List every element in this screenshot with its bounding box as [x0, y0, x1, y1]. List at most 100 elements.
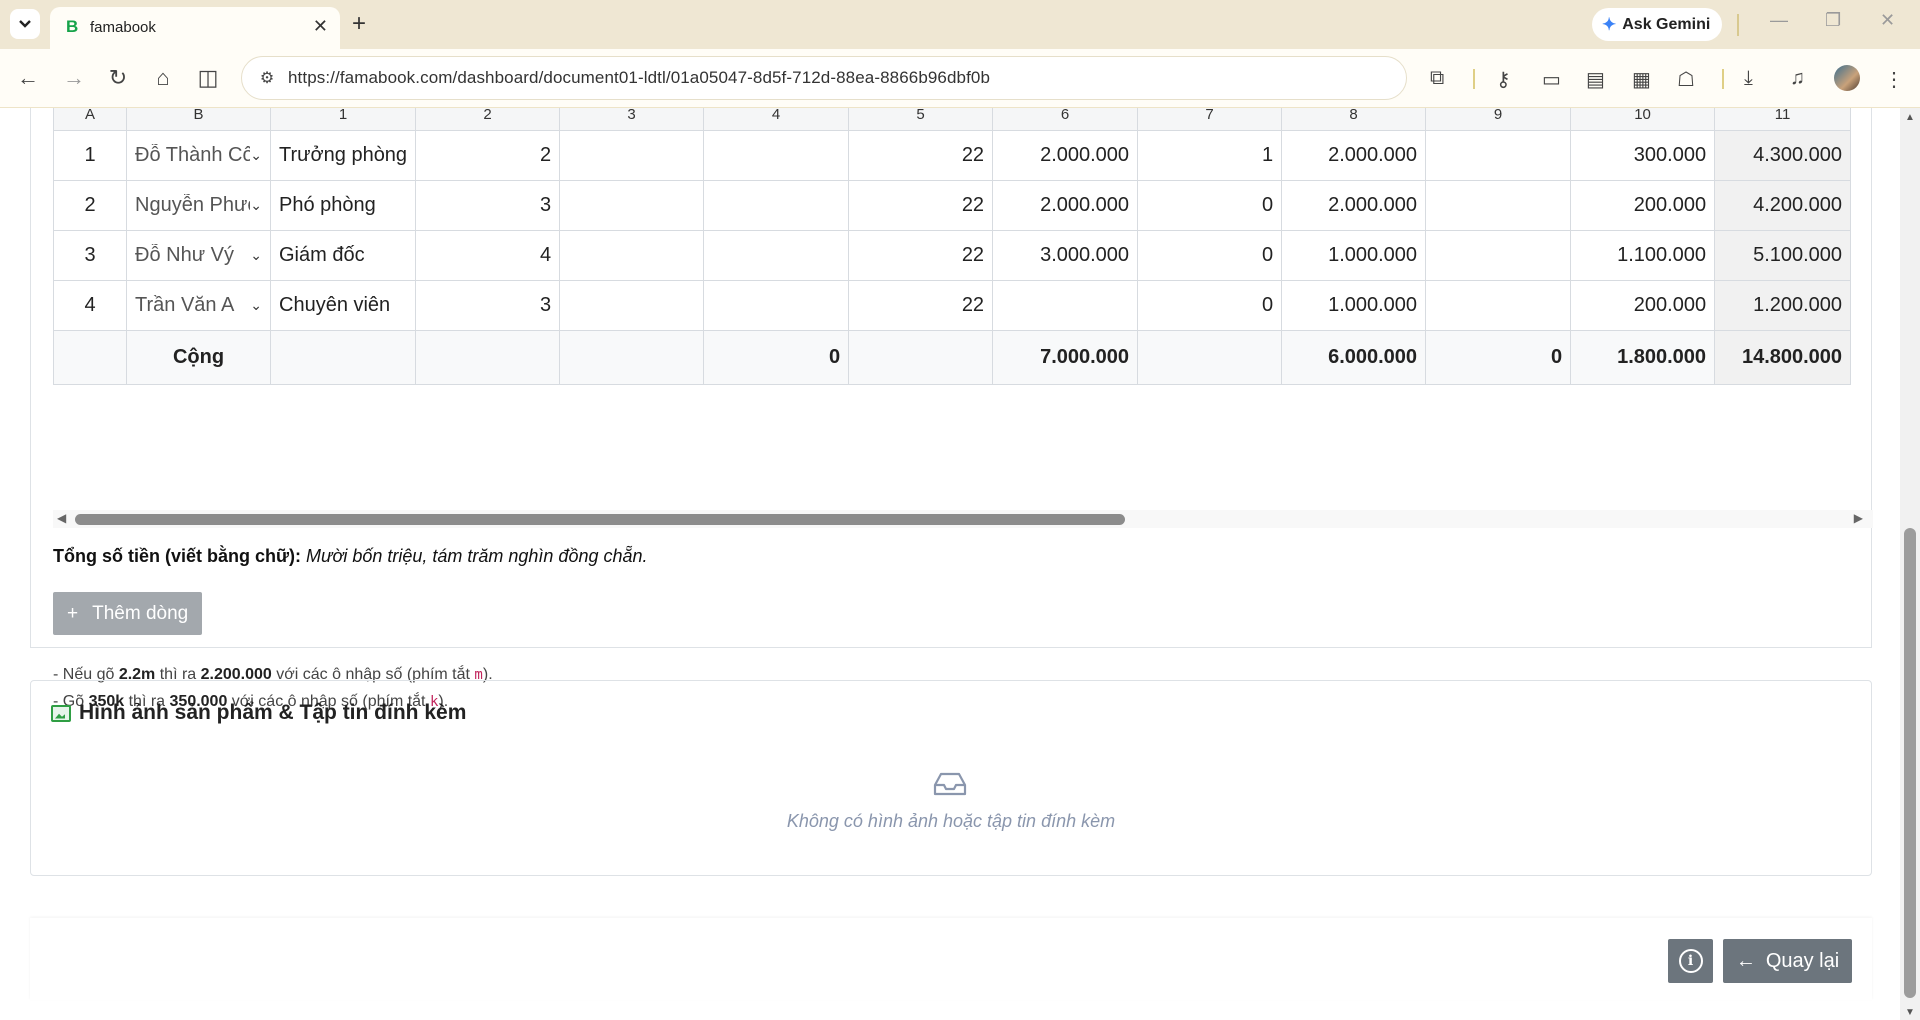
- number-cell[interactable]: [703, 280, 850, 331]
- position-cell[interactable]: Chuyên viên: [269, 280, 417, 331]
- number-cell[interactable]: 200.000: [1570, 180, 1716, 231]
- number-cell[interactable]: [703, 180, 850, 231]
- employee-select[interactable]: Trần Văn A ⌄: [126, 280, 271, 331]
- position-cell[interactable]: Trưởng phòng: [269, 130, 417, 181]
- number-cell[interactable]: 4: [415, 230, 561, 281]
- employee-select[interactable]: Đỗ Như Vý ⌄: [126, 230, 271, 281]
- scroll-left-arrow-icon[interactable]: ◀: [57, 511, 66, 525]
- number-cell[interactable]: 22: [848, 180, 994, 231]
- number-cell[interactable]: 2.000.000: [1281, 130, 1427, 181]
- info-button[interactable]: i: [1668, 939, 1713, 983]
- grand-total-cell: 14.800.000: [1714, 330, 1852, 385]
- reload-icon[interactable]: ↻: [104, 65, 132, 91]
- table-view-icon[interactable]: ▦: [1632, 67, 1651, 92]
- total-empty-cell: [1137, 330, 1283, 385]
- number-cell[interactable]: [703, 130, 850, 181]
- number-cell[interactable]: 22: [848, 280, 994, 331]
- restore-window-icon[interactable]: ❐: [1825, 10, 1841, 31]
- number-cell[interactable]: 1: [1137, 130, 1283, 181]
- number-cell[interactable]: 22: [848, 130, 994, 181]
- home-icon[interactable]: ⌂: [149, 65, 177, 91]
- back-button[interactable]: ← Quay lại: [1723, 939, 1852, 983]
- password-key-icon[interactable]: ⚷: [1496, 67, 1511, 92]
- number-cell[interactable]: 3: [415, 280, 561, 331]
- download-icon[interactable]: ⤓: [1744, 67, 1753, 90]
- number-cell[interactable]: [559, 130, 705, 181]
- address-bar[interactable]: ⚙ https://famabook.com/dashboard/documen…: [241, 56, 1407, 100]
- total-empty-cell: [848, 330, 994, 385]
- vertical-scroll-thumb[interactable]: [1904, 528, 1916, 998]
- profile-avatar[interactable]: [1834, 65, 1860, 91]
- position-cell[interactable]: Phó phòng: [269, 180, 417, 231]
- scroll-down-arrow-icon[interactable]: ▼: [1905, 1007, 1915, 1018]
- more-menu-icon[interactable]: ⋮: [1884, 67, 1904, 92]
- number-cell[interactable]: 0: [1137, 180, 1283, 231]
- inbox-empty-icon: [933, 772, 967, 796]
- scroll-right-arrow-icon[interactable]: ▶: [1854, 511, 1863, 525]
- table-row: 4 Trần Văn A ⌄ Chuyên viên 3 22 0 1.000.0…: [53, 280, 1852, 331]
- site-info-icon[interactable]: ⚙: [254, 65, 280, 91]
- number-cell[interactable]: 300.000: [1570, 130, 1716, 181]
- close-window-icon[interactable]: ✕: [1880, 10, 1895, 31]
- total-cell: 0: [1425, 330, 1572, 385]
- chevron-down-icon: [19, 20, 31, 28]
- media-control-icon[interactable]: ♫: [1790, 67, 1805, 90]
- number-cell[interactable]: 3: [415, 180, 561, 231]
- number-cell[interactable]: 1.000.000: [1281, 280, 1427, 331]
- employee-select[interactable]: Nguyễn Phương⌄: [126, 180, 271, 231]
- row-number: 2: [53, 180, 127, 231]
- ask-gemini-button[interactable]: ✦ Ask Gemini: [1592, 8, 1723, 41]
- row-number: 1: [53, 130, 127, 181]
- toolbar-separator: [1473, 69, 1475, 89]
- table-row: 1 Đỗ Thành Công⌄ Trưởng phòng 2 22 2.000…: [53, 130, 1852, 181]
- number-cell[interactable]: 0: [1137, 280, 1283, 331]
- number-cell[interactable]: [1425, 230, 1572, 281]
- number-cell[interactable]: 1.100.000: [1570, 230, 1716, 281]
- reading-mode-icon[interactable]: ▤: [1586, 67, 1605, 92]
- number-cell[interactable]: 0: [1137, 230, 1283, 281]
- employee-select[interactable]: Đỗ Thành Công⌄: [126, 130, 271, 181]
- arrow-left-icon: ←: [1735, 949, 1756, 972]
- employee-name: Đỗ Như Vý: [135, 244, 234, 266]
- number-cell[interactable]: [992, 280, 1139, 331]
- url-text[interactable]: https://famabook.com/dashboard/document0…: [288, 68, 990, 88]
- page-vertical-scrollbar[interactable]: ▲ ▼: [1900, 108, 1920, 1020]
- number-cell[interactable]: 1.000.000: [1281, 230, 1427, 281]
- minimize-window-icon[interactable]: —: [1770, 10, 1788, 31]
- number-cell[interactable]: 2.000.000: [992, 130, 1139, 181]
- horizontal-scroll-thumb[interactable]: [75, 514, 1125, 525]
- number-cell[interactable]: [559, 230, 705, 281]
- number-cell[interactable]: [559, 280, 705, 331]
- number-cell[interactable]: 22: [848, 230, 994, 281]
- extensions-icon[interactable]: ⧉: [1430, 67, 1444, 90]
- forward-arrow-icon[interactable]: →: [60, 65, 88, 91]
- position-cell[interactable]: Giám đốc: [269, 230, 417, 281]
- column-header: B: [126, 108, 271, 131]
- number-cell[interactable]: [1425, 180, 1572, 231]
- table-horizontal-scrollbar[interactable]: ◀ ▶: [53, 510, 1873, 528]
- split-view-icon[interactable]: ◫: [194, 65, 222, 91]
- tab-search-button[interactable]: [10, 9, 40, 39]
- number-cell[interactable]: [1425, 130, 1572, 181]
- scroll-up-arrow-icon[interactable]: ▲: [1905, 112, 1915, 123]
- amount-in-words-value: Mười bốn triệu, tám trăm nghìn đồng chẵn…: [306, 546, 648, 566]
- number-cell[interactable]: [559, 180, 705, 231]
- new-tab-plus-icon[interactable]: +: [352, 10, 366, 38]
- payment-card-icon[interactable]: ▭: [1542, 67, 1561, 92]
- close-tab-icon[interactable]: ✕: [313, 16, 328, 37]
- browser-tab-active[interactable]: B famabook ✕: [50, 7, 340, 49]
- total-cell: 6.000.000: [1281, 330, 1427, 385]
- number-cell[interactable]: [1425, 280, 1572, 331]
- add-row-button[interactable]: + Thêm dòng: [53, 592, 203, 635]
- back-arrow-icon[interactable]: ←: [14, 65, 42, 91]
- number-cell[interactable]: [703, 230, 850, 281]
- number-cell[interactable]: 2.000.000: [1281, 180, 1427, 231]
- number-cell[interactable]: 3.000.000: [992, 230, 1139, 281]
- tab-title: famabook: [90, 19, 156, 36]
- incognito-icon[interactable]: ☖: [1677, 67, 1695, 92]
- total-row: Cộng 0 7.000.000 6.000.000 0 1.800.000 1…: [53, 330, 1852, 385]
- info-icon: i: [1678, 949, 1703, 973]
- number-cell[interactable]: 2: [415, 130, 561, 181]
- number-cell[interactable]: 200.000: [1570, 280, 1716, 331]
- number-cell[interactable]: 2.000.000: [992, 180, 1139, 231]
